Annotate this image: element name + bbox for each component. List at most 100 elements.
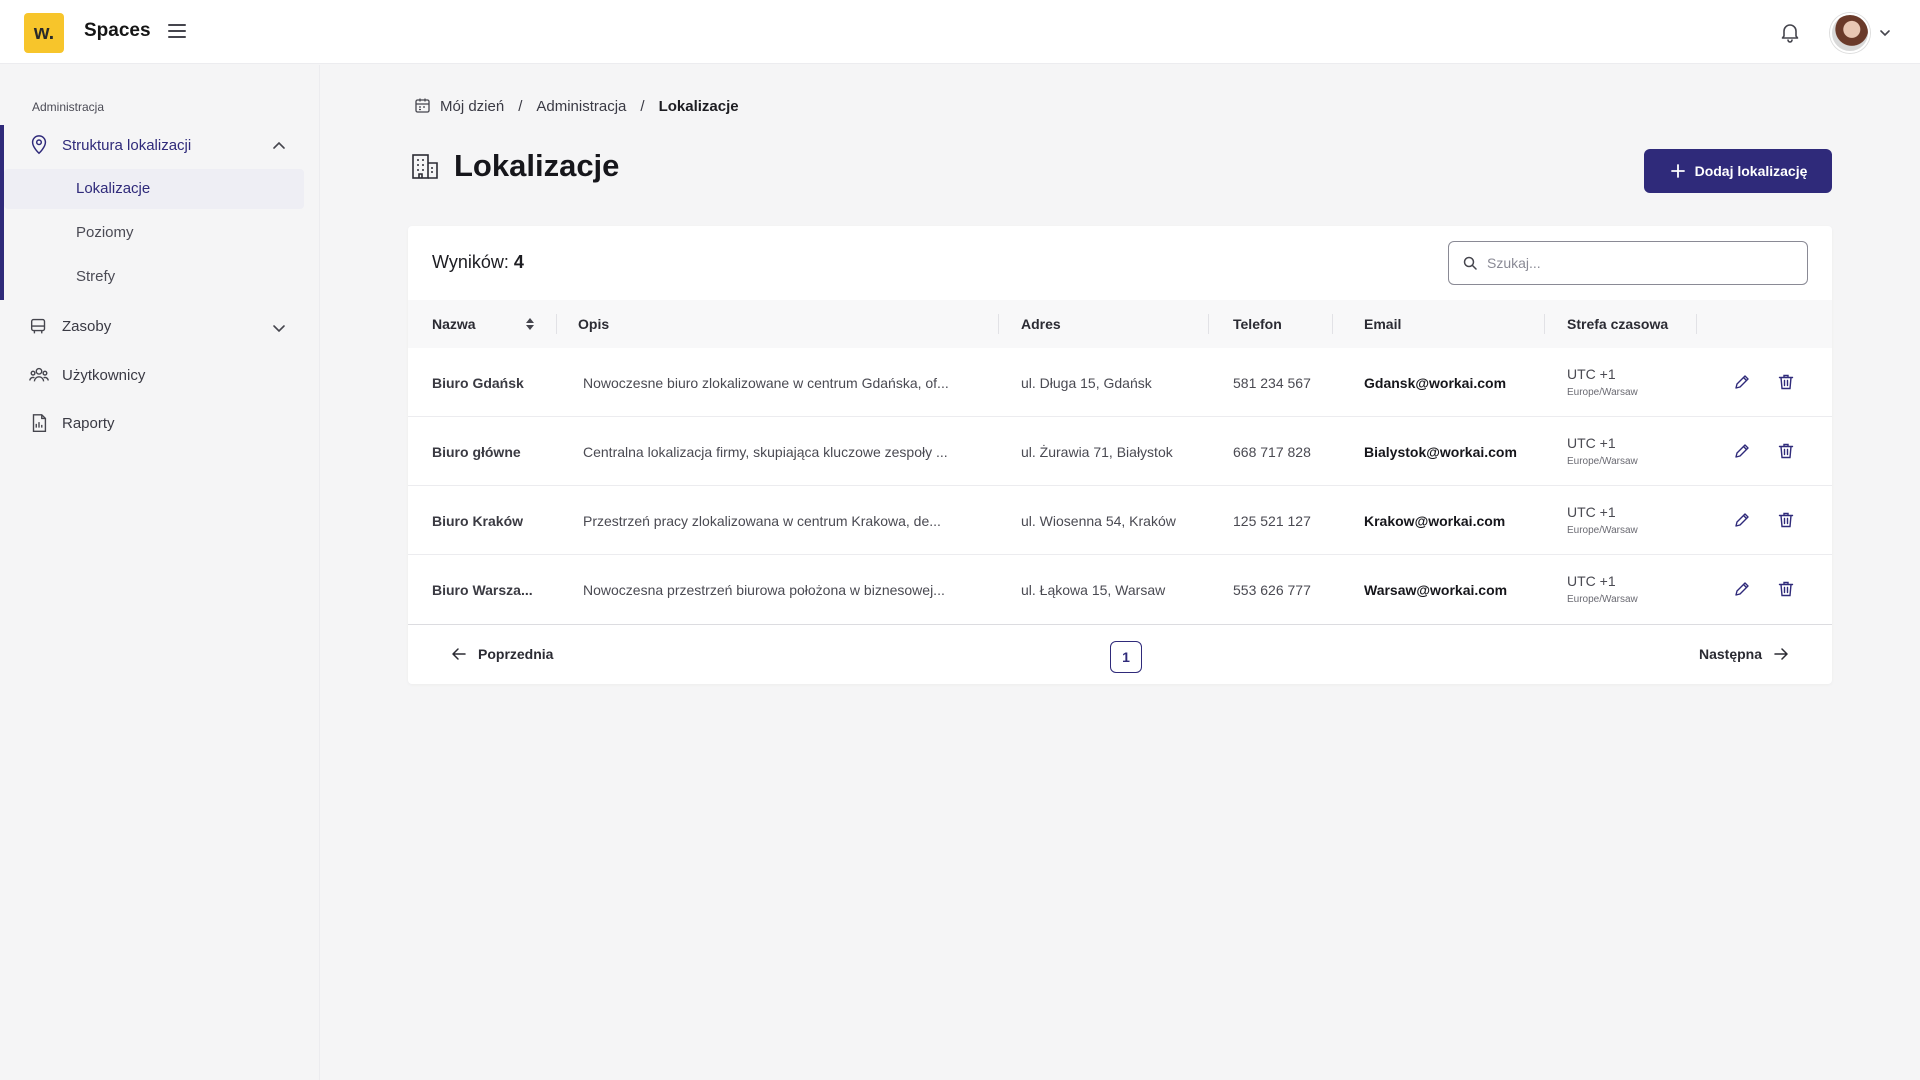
- map-pin-icon: [31, 135, 47, 155]
- column-divider: [556, 314, 557, 334]
- chevron-down-icon[interactable]: [1878, 26, 1892, 40]
- sidebar-item-label: Zasoby: [62, 317, 112, 335]
- prev-page-label: Poprzednia: [478, 646, 554, 662]
- column-header-email: Email: [1364, 316, 1402, 332]
- sidebar-item-label: Raporty: [62, 414, 115, 432]
- timezone-offset: UTC +1: [1567, 573, 1616, 589]
- sidebar-item-label: Użytkownicy: [62, 366, 146, 384]
- table-row[interactable]: Biuro główne Centralna lokalizacja firmy…: [408, 417, 1832, 486]
- cell-timezone: UTC +1 Europe/Warsaw: [1567, 435, 1638, 467]
- results-label: Wyników:: [432, 252, 509, 272]
- users-icon: [29, 367, 49, 382]
- column-divider: [1544, 314, 1545, 334]
- column-divider: [1208, 314, 1209, 334]
- cell-timezone: UTC +1 Europe/Warsaw: [1567, 366, 1638, 398]
- resources-icon: [30, 318, 46, 334]
- sidebar-item-reports[interactable]: Raporty: [28, 412, 115, 434]
- trash-icon[interactable]: [1776, 579, 1796, 599]
- sidebar-item-resources[interactable]: Zasoby: [28, 315, 111, 337]
- breadcrumb-separator: /: [640, 97, 645, 115]
- bell-icon[interactable]: [1778, 20, 1802, 44]
- next-page-label: Następna: [1698, 646, 1762, 662]
- trash-icon[interactable]: [1776, 510, 1796, 530]
- building-icon: [412, 154, 438, 179]
- page-title: Lokalizacje: [454, 148, 620, 183]
- top-bar: w. Spaces: [0, 0, 1920, 64]
- sidebar: Administracja Struktura lokalizacji Loka…: [0, 65, 320, 1080]
- pencil-icon[interactable]: [1732, 441, 1752, 461]
- timezone-region: Europe/Warsaw: [1567, 525, 1638, 536]
- page-number-button[interactable]: 1: [1110, 641, 1142, 673]
- breadcrumb-item-my-day[interactable]: Mój dzień: [440, 98, 504, 115]
- arrow-left-icon: [452, 648, 466, 660]
- column-divider: [1332, 314, 1333, 334]
- cell-name: Biuro główne: [432, 443, 521, 460]
- arrow-right-icon: [1774, 648, 1788, 660]
- trash-icon[interactable]: [1776, 441, 1796, 461]
- results-count: Wyników: 4: [432, 252, 524, 273]
- sidebar-item-users[interactable]: Użytkownicy: [28, 364, 145, 386]
- cell-name: Biuro Gdańsk: [432, 374, 524, 391]
- chevron-down-icon[interactable]: [270, 319, 288, 337]
- cell-description: Nowoczesna przestrzeń biurowa położona w…: [583, 581, 945, 598]
- timezone-region: Europe/Warsaw: [1567, 456, 1638, 467]
- column-header-description: Opis: [578, 316, 610, 332]
- trash-icon[interactable]: [1776, 372, 1796, 392]
- column-header-phone: Telefon: [1233, 316, 1282, 332]
- table-row[interactable]: Biuro Gdańsk Nowoczesne biuro zlokalizow…: [408, 348, 1832, 417]
- locations-card: Wyników: 4 Nazwa Opis Adres Telefon Emai…: [408, 226, 1832, 684]
- column-divider: [1696, 314, 1697, 334]
- column-header-name[interactable]: Nazwa: [432, 300, 476, 348]
- page-header: Lokalizacje: [410, 148, 619, 184]
- pencil-icon[interactable]: [1732, 372, 1752, 392]
- cell-phone: 581 234 567: [1233, 374, 1311, 391]
- workai-logo[interactable]: w.: [24, 13, 64, 53]
- hamburger-icon[interactable]: [168, 24, 186, 40]
- cell-email: Krakow@workai.com: [1364, 512, 1506, 529]
- sidebar-subitem-zones[interactable]: Strefy: [76, 268, 115, 285]
- cell-address: ul. Długa 15, Gdańsk: [1021, 374, 1152, 391]
- cell-description: Przestrzeń pracy zlokalizowana w centrum…: [583, 512, 941, 529]
- table-row[interactable]: Biuro Kraków Przestrzeń pracy zlokalizow…: [408, 486, 1832, 555]
- sidebar-item-structure[interactable]: Struktura lokalizacji: [28, 134, 191, 156]
- sidebar-subitem-levels[interactable]: Poziomy: [76, 224, 134, 241]
- sort-icon[interactable]: [524, 316, 536, 332]
- sidebar-subitem-locations[interactable]: Lokalizacje: [76, 180, 150, 197]
- next-page-button[interactable]: Następna: [1699, 645, 1790, 663]
- cell-email: Gdansk@workai.com: [1364, 374, 1507, 391]
- search-input[interactable]: [1487, 255, 1787, 271]
- timezone-region: Europe/Warsaw: [1567, 387, 1638, 398]
- breadcrumb-item-admin[interactable]: Administracja: [536, 98, 626, 115]
- breadcrumb-separator: /: [518, 97, 523, 115]
- sidebar-section-label: Administracja: [32, 100, 105, 114]
- cell-description: Nowoczesne biuro zlokalizowane w centrum…: [583, 374, 949, 391]
- cell-phone: 553 626 777: [1233, 581, 1311, 598]
- active-section-indicator: [0, 125, 4, 300]
- column-divider: [998, 314, 999, 334]
- table-row[interactable]: Biuro Warsza... Nowoczesna przestrzeń bi…: [408, 555, 1832, 624]
- pencil-icon[interactable]: [1732, 510, 1752, 530]
- report-icon: [32, 414, 47, 432]
- cell-phone: 668 717 828: [1233, 443, 1311, 460]
- pencil-icon[interactable]: [1732, 579, 1752, 599]
- add-location-label: Dodaj lokalizację: [1694, 163, 1808, 179]
- column-header-address: Adres: [1021, 316, 1061, 332]
- plus-icon: [1670, 164, 1685, 178]
- search-icon: [1463, 256, 1477, 270]
- column-header-timezone: Strefa czasowa: [1567, 316, 1669, 332]
- chevron-up-icon[interactable]: [270, 137, 288, 155]
- sidebar-item-label: Struktura lokalizacji: [62, 136, 192, 154]
- cell-address: ul. Żurawia 71, Białystok: [1021, 443, 1173, 460]
- results-number: 4: [513, 252, 524, 272]
- add-location-button[interactable]: Dodaj lokalizację: [1644, 149, 1832, 193]
- sub-item-active-bg: [4, 169, 304, 209]
- calendar-icon: [415, 98, 430, 113]
- cell-email: Bialystok@workai.com: [1364, 443, 1517, 460]
- cell-description: Centralna lokalizacja firmy, skupiająca …: [583, 443, 948, 460]
- cell-address: ul. Wiosenna 54, Kraków: [1021, 512, 1176, 529]
- search-box[interactable]: [1448, 241, 1808, 285]
- prev-page-button[interactable]: Poprzednia: [450, 645, 553, 663]
- timezone-offset: UTC +1: [1567, 435, 1616, 451]
- avatar[interactable]: [1830, 13, 1870, 53]
- app-title: Spaces: [84, 20, 151, 41]
